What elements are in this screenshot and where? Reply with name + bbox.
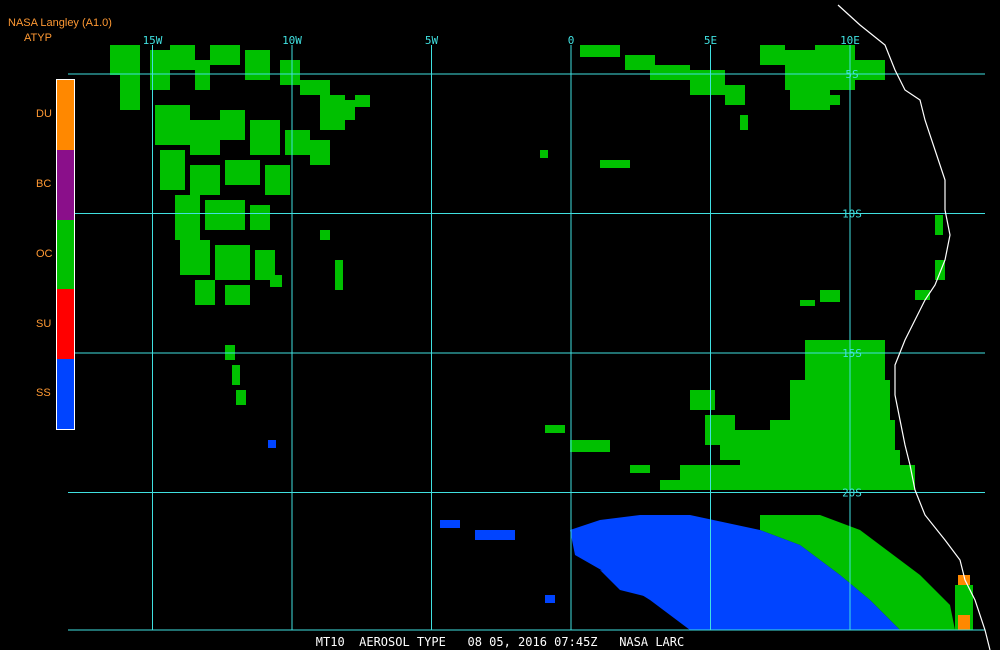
legend-label-su: SU: [36, 318, 52, 330]
oc-patches-northwest: [110, 45, 370, 405]
legend-swatch-oc: [57, 219, 74, 290]
grid-labels: 15W 10W 5W 0 5E 10E 5S 10S 15S 20S: [143, 34, 862, 500]
legend-swatch-ss: [57, 359, 74, 429]
parallel-label: 15S: [842, 347, 862, 360]
parallel-label: 10S: [842, 208, 862, 221]
product-code: ATYP: [24, 32, 52, 44]
parallel-label: 5S: [845, 68, 858, 81]
map-canvas: 15W 10W 5W 0 5E 10E 5S 10S 15S 20S: [68, 4, 991, 650]
legend-colorbar: [56, 79, 75, 430]
meridian-label: 5W: [425, 34, 439, 47]
meridian-label: 5E: [704, 34, 717, 47]
legend-label-bc: BC: [36, 178, 52, 190]
meridian-label: 10W: [282, 34, 302, 47]
aerosol-type-map: 15W 10W 5W 0 5E 10E 5S 10S 15S 20S NASA Langley (…: [0, 0, 1000, 650]
legend-swatch-su: [57, 289, 74, 360]
app-title: NASA Langley (A1.0): [8, 17, 112, 29]
legend-swatch-du: [57, 80, 74, 150]
aerosol-layer: [110, 45, 973, 630]
meridian-label: 15W: [143, 34, 163, 47]
legend-label-ss: SS: [36, 387, 51, 399]
meridian-label: 0: [568, 34, 575, 47]
parallel-label: 20S: [842, 487, 862, 500]
footer-caption: MT10 AEROSOL TYPE 08 05, 2016 07:45Z NAS…: [315, 635, 685, 649]
legend-swatch-bc: [57, 149, 74, 220]
legend-label-oc: OC: [36, 248, 53, 260]
oc-patches-northeast: [540, 45, 885, 168]
meridian-label: 10E: [840, 34, 860, 47]
legend-label-du: DU: [36, 108, 52, 120]
